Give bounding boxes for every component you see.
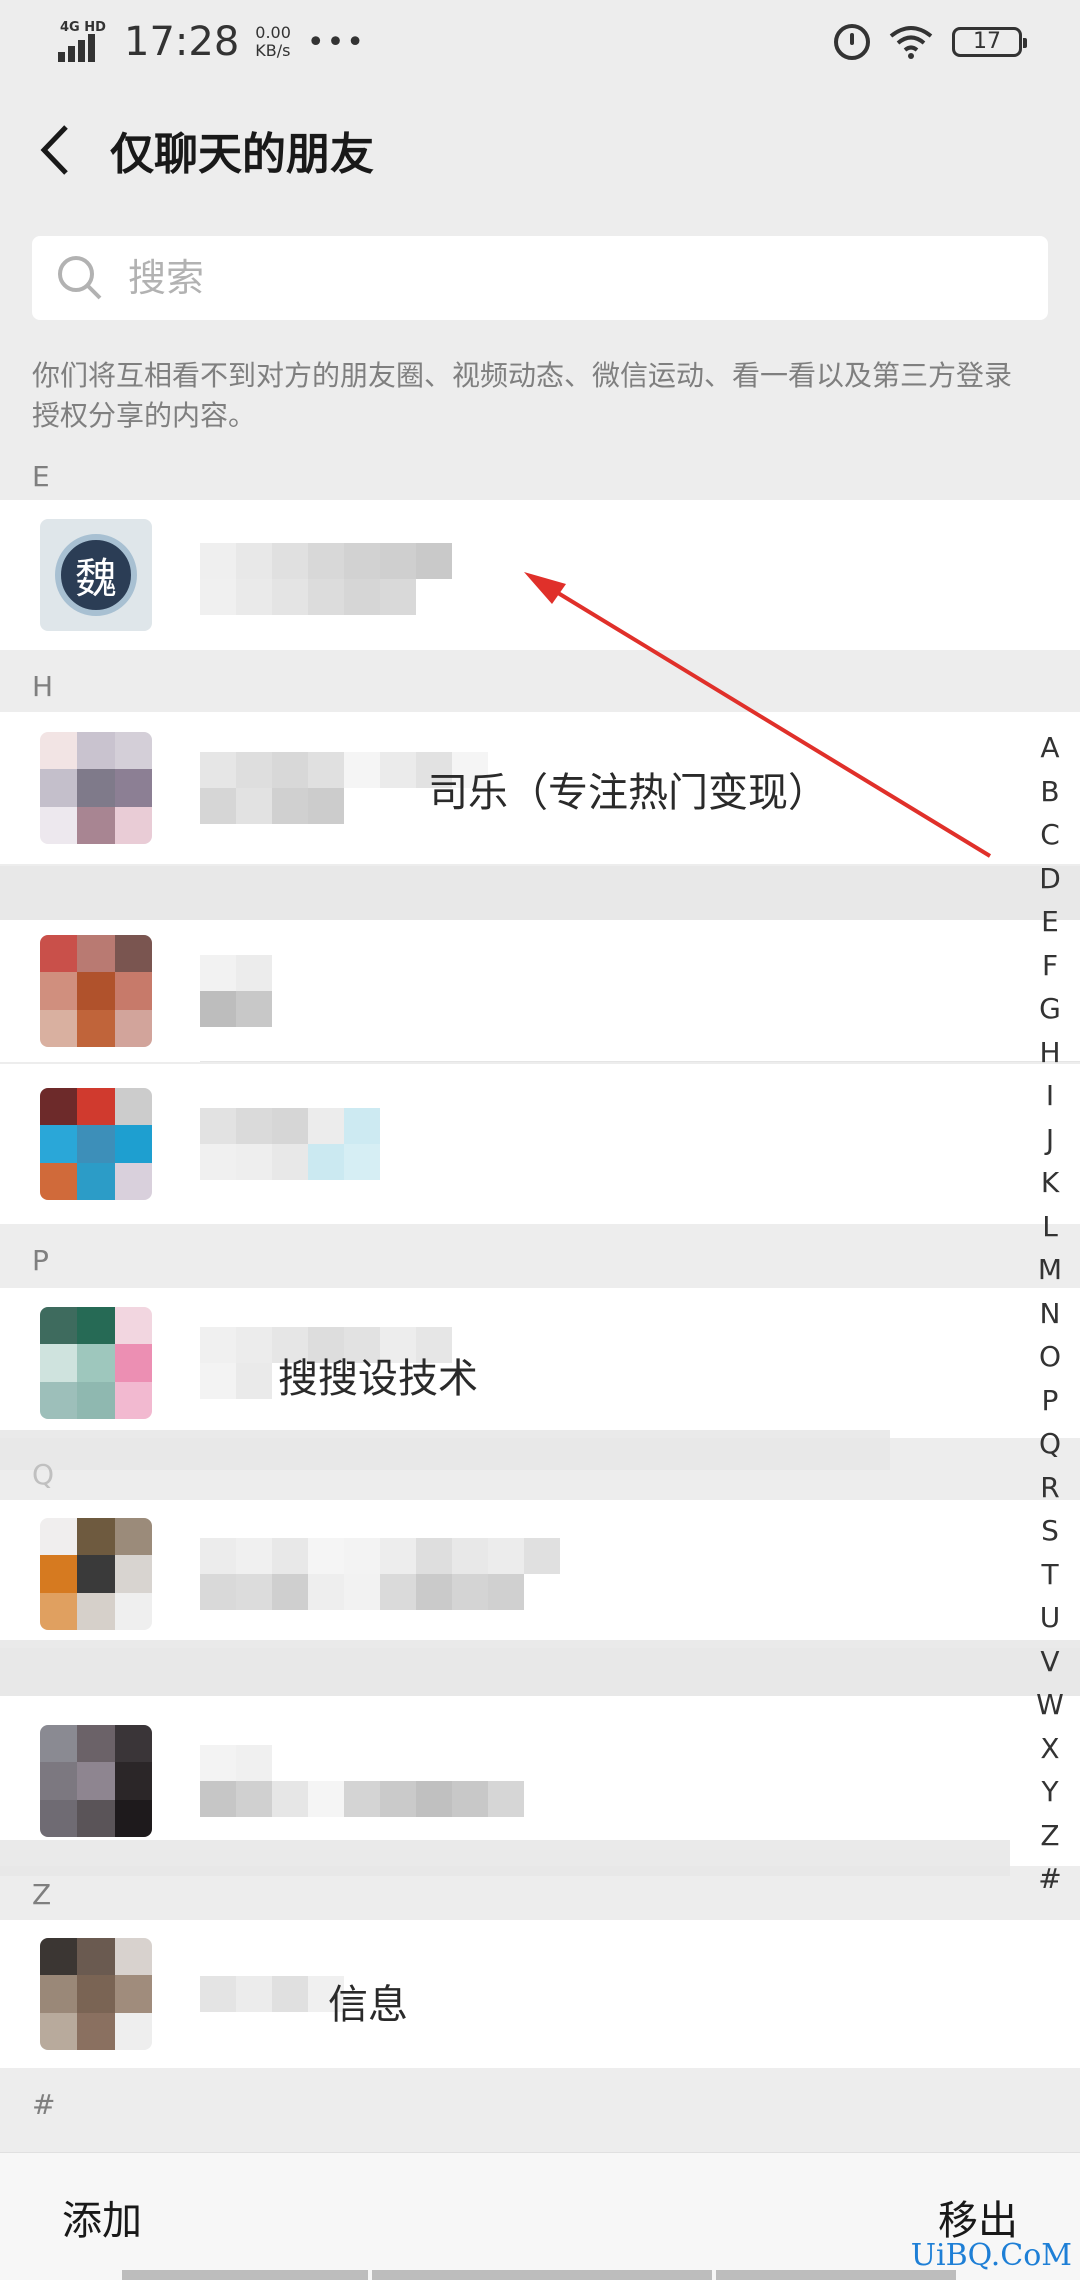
index-letter[interactable]: R (1040, 1466, 1059, 1510)
section-header-p: P (32, 1243, 49, 1277)
title-bar: 仅聊天的朋友 (0, 100, 1080, 200)
avatar (40, 1518, 152, 1630)
index-letter[interactable]: B (1040, 770, 1059, 814)
network-speed: 0.00 KB/s (255, 23, 291, 60)
battery-icon: 17 (952, 27, 1027, 57)
index-letter[interactable]: H (1039, 1031, 1060, 1075)
index-letter[interactable]: W (1036, 1683, 1064, 1727)
index-letter[interactable]: Z (1040, 1814, 1059, 1858)
index-letter[interactable]: M (1038, 1248, 1062, 1292)
section-header-e: E (32, 459, 50, 493)
index-letter[interactable]: J (1046, 1118, 1054, 1162)
contact-name-blurred (200, 955, 272, 1027)
add-button[interactable]: 添加 (62, 2188, 142, 2246)
contact-name: 司乐（专注热门变现） (428, 770, 828, 816)
contact-row[interactable] (0, 1064, 1080, 1224)
section-header-h: H (32, 669, 54, 703)
index-letter[interactable]: N (1040, 1292, 1061, 1336)
watermark: UiBQ.CoM (910, 2238, 1072, 2273)
index-letter[interactable]: L (1042, 1205, 1058, 1249)
avatar (40, 1938, 152, 2050)
avatar: 魏 (40, 519, 152, 631)
contact-name-blurred (200, 535, 452, 615)
search-box[interactable] (32, 236, 1048, 320)
gesture-bar (372, 2270, 712, 2280)
index-letter[interactable]: I (1046, 1074, 1054, 1118)
contact-name: 搜搜设技术 (278, 1356, 478, 1402)
index-letter[interactable]: A (1040, 726, 1059, 770)
section-header-z: Z (32, 1877, 52, 1911)
search-input[interactable] (128, 243, 1048, 313)
contact-row[interactable]: 信息 (0, 1920, 1080, 2068)
index-letter[interactable]: # (1038, 1857, 1061, 1901)
search-icon (58, 256, 102, 300)
more-notifications-icon: ••• (306, 24, 366, 60)
contact-name: 信息 (328, 1982, 408, 2028)
chevron-left-icon (40, 125, 68, 175)
blur-smear (0, 866, 1080, 920)
avatar (40, 1088, 152, 1200)
index-letter[interactable]: C (1040, 813, 1060, 857)
back-button[interactable] (0, 100, 110, 200)
index-letter[interactable]: Y (1041, 1770, 1058, 1814)
avatar (40, 1307, 152, 1419)
contact-name-blurred (200, 1108, 380, 1180)
avatar (40, 732, 152, 844)
index-letter[interactable]: G (1039, 987, 1061, 1031)
contact-row[interactable]: 搜搜设技术 (0, 1288, 1080, 1438)
gesture-bar (122, 2270, 368, 2280)
blur-smear (0, 1640, 1080, 1696)
contact-name-blurred (200, 1976, 344, 2012)
index-letter[interactable]: F (1042, 944, 1058, 988)
index-letter[interactable]: K (1041, 1161, 1059, 1205)
contact-name-blurred (200, 1745, 524, 1817)
index-letter[interactable]: E (1041, 900, 1059, 944)
alphabet-index[interactable]: A B C D E F G H I J K L M N O P Q R S T U V W X Y Z # (1026, 726, 1074, 1901)
alarm-icon (834, 24, 870, 60)
remove-button[interactable]: 移出 (938, 2188, 1018, 2246)
avatar (40, 1725, 152, 1837)
index-letter[interactable]: P (1042, 1379, 1059, 1423)
contact-row[interactable] (0, 920, 1080, 1062)
privacy-notice: 你们将互相看不到对方的朋友圈、视频动态、微信运动、看一看以及第三方登录授权分享的… (32, 359, 1013, 432)
clock: 17:28 (124, 19, 240, 65)
index-letter[interactable]: D (1039, 857, 1061, 901)
section-header-q: Q (32, 1457, 55, 1491)
contact-name-blurred (200, 1538, 560, 1610)
section-header-hash: # (32, 2087, 56, 2121)
contact-row[interactable]: 司乐（专注热门变现） (0, 712, 1080, 864)
status-bar: 4G HD 17:28 0.00 KB/s ••• 17 (0, 0, 1080, 84)
avatar (40, 935, 152, 1047)
wifi-icon (889, 26, 933, 59)
index-letter[interactable]: U (1040, 1596, 1061, 1640)
index-letter[interactable]: O (1039, 1335, 1061, 1379)
index-letter[interactable]: S (1041, 1509, 1059, 1553)
index-letter[interactable]: V (1040, 1640, 1059, 1684)
index-letter[interactable]: X (1040, 1727, 1059, 1771)
index-letter[interactable]: T (1041, 1553, 1058, 1597)
page-title: 仅聊天的朋友 (110, 129, 374, 180)
index-letter[interactable]: Q (1039, 1422, 1061, 1466)
signal-icon: 4G HD (58, 20, 108, 64)
contact-row[interactable] (0, 1500, 1080, 1648)
contact-row[interactable]: 魏 (0, 500, 1080, 650)
